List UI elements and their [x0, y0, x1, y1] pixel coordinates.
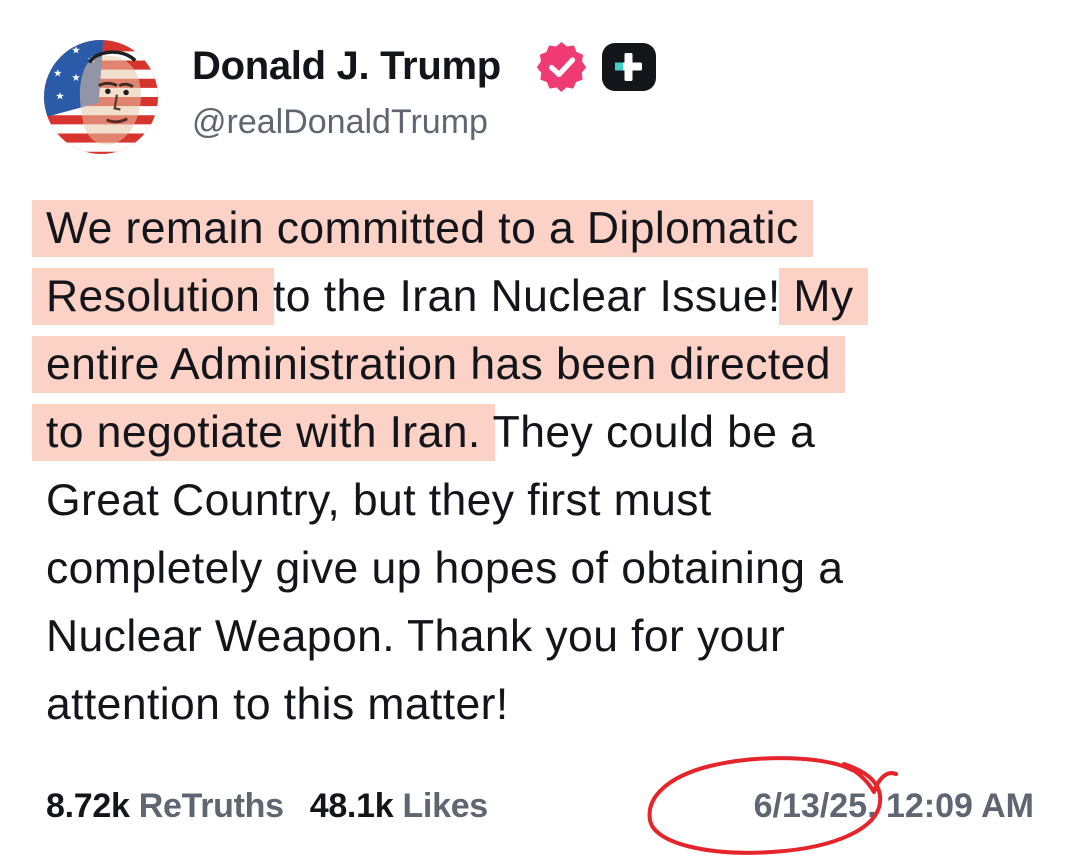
retruths-stat[interactable]: 8.72k ReTruths	[46, 787, 284, 825]
highlighted-text-segment: We remain committed to a Diplomatic	[32, 200, 813, 257]
post-text-line: Nuclear Weapon. Thank you for your	[46, 603, 1046, 671]
post-body: We remain committed to a Diplomatic Resol…	[32, 195, 1046, 739]
likes-count: 48.1k	[309, 787, 394, 825]
svg-text:★: ★	[53, 67, 62, 79]
svg-text:★: ★	[55, 90, 64, 102]
post-stats: 8.72k ReTruths 48.1k Likes	[46, 783, 488, 829]
highlighted-text-segment: Resolution	[32, 268, 275, 325]
avatar[interactable]: ★★★ ★★★	[44, 40, 158, 154]
truth-plus-icon	[602, 43, 656, 91]
post-timestamp[interactable]: 6/13/25, 12:09 AM	[754, 783, 1034, 829]
text-segment: completely give up hopes of obtaining a	[46, 544, 844, 593]
svg-text:★: ★	[51, 47, 60, 59]
post-text-line: entire Administration has been directed	[32, 331, 1046, 399]
avatar-flag-portrait-image: ★★★ ★★★	[44, 40, 158, 154]
likes-stat[interactable]: 48.1k Likes	[309, 787, 489, 825]
post-text-line: Great Country, but they first must	[46, 467, 1046, 535]
post-text-line: Resolution to the Iran Nuclear Issue! My	[32, 263, 1046, 331]
verified-badge-icon	[536, 41, 587, 92]
highlighted-text-segment: My	[779, 268, 868, 325]
post-text-line: attention to this matter!	[46, 671, 1046, 739]
author-handle[interactable]: @realDonaldTrump	[192, 100, 488, 144]
svg-text:★: ★	[71, 45, 80, 57]
display-name[interactable]: Donald J. Trump	[192, 40, 501, 92]
text-segment: attention to this matter!	[46, 680, 509, 729]
text-segment: Nuclear Weapon. Thank you for your	[46, 612, 786, 661]
highlighted-text-segment: entire Administration has been directed	[32, 336, 845, 393]
svg-text:★: ★	[71, 72, 80, 84]
retruths-count: 8.72k	[46, 787, 130, 825]
post-text-line: completely give up hopes of obtaining a	[46, 535, 1046, 603]
text-segment: to the Iran Nuclear Issue!	[260, 272, 794, 321]
likes-label: Likes	[402, 787, 488, 825]
text-segment: Great Country, but they first must	[46, 476, 712, 525]
post-text-line: to negotiate with Iran. They could be a	[32, 399, 1046, 467]
text-segment: They could be a	[480, 408, 816, 457]
post-text-line: We remain committed to a Diplomatic	[32, 195, 1046, 263]
highlighted-text-segment: to negotiate with Iran.	[32, 404, 495, 461]
retruths-label: ReTruths	[138, 787, 284, 825]
